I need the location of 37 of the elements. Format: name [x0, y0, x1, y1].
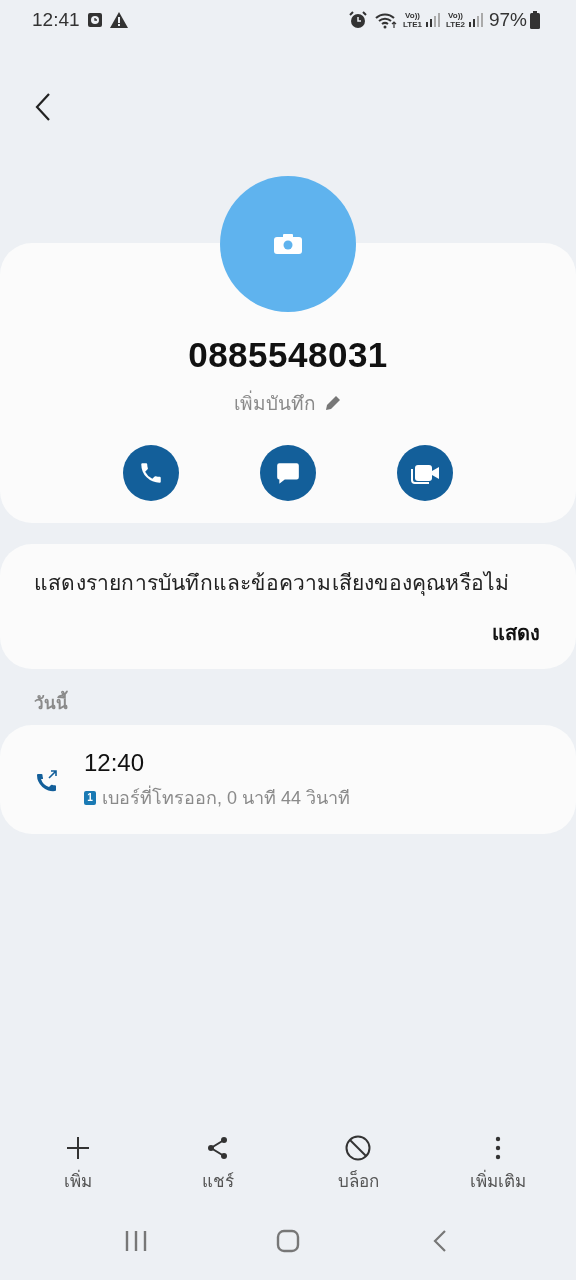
phone-icon [138, 460, 164, 486]
warning-icon [109, 12, 128, 28]
recent-apps-icon [125, 1230, 147, 1252]
add-icon [65, 1135, 91, 1161]
show-button[interactable]: แสดง [492, 617, 540, 649]
back-icon [34, 91, 52, 122]
clock: 12:41 [32, 9, 80, 31]
prompt-text: แสดงรายการบันทึกและข้อความเสียงของคุณหรือไม่ [34, 570, 511, 598]
call-button[interactable] [123, 445, 179, 501]
add-button[interactable]: เพิ่ม [18, 1135, 138, 1194]
volte-indicator: Vo)) LTE2 [446, 11, 465, 29]
sim-badge: 1 [84, 790, 96, 805]
camera-icon [274, 234, 302, 254]
message-button[interactable] [260, 445, 316, 501]
block-button[interactable]: บล็อก [298, 1135, 418, 1194]
alarm-icon [349, 11, 368, 29]
alarm-app-icon [87, 12, 102, 28]
more-options-icon [495, 1135, 501, 1161]
signal-icon [468, 13, 483, 27]
back-icon [433, 1230, 447, 1252]
signal-icon [426, 13, 440, 27]
home-icon [276, 1229, 300, 1253]
pencil-icon [324, 394, 342, 412]
share-button[interactable]: แชร์ [158, 1135, 278, 1194]
phone-number: 0885548031 [187, 335, 389, 375]
block-icon [345, 1135, 371, 1161]
volte-indicator: Vo)) LTE1 [403, 11, 422, 29]
outgoing-call-icon [36, 769, 58, 792]
call-time: 12:40 [84, 749, 146, 777]
message-icon [275, 460, 301, 486]
call-detail: เบอร์ที่โทรออก, 0 นาที 44 วินาที [102, 783, 351, 812]
wifi-icon [375, 11, 398, 29]
battery-level: 97% [488, 9, 527, 31]
more-options-button[interactable]: เพิ่มเติม [438, 1135, 558, 1194]
battery-icon [530, 11, 540, 29]
section-header: วันนี้ [34, 689, 576, 716]
video-call-button[interactable] [397, 445, 453, 501]
